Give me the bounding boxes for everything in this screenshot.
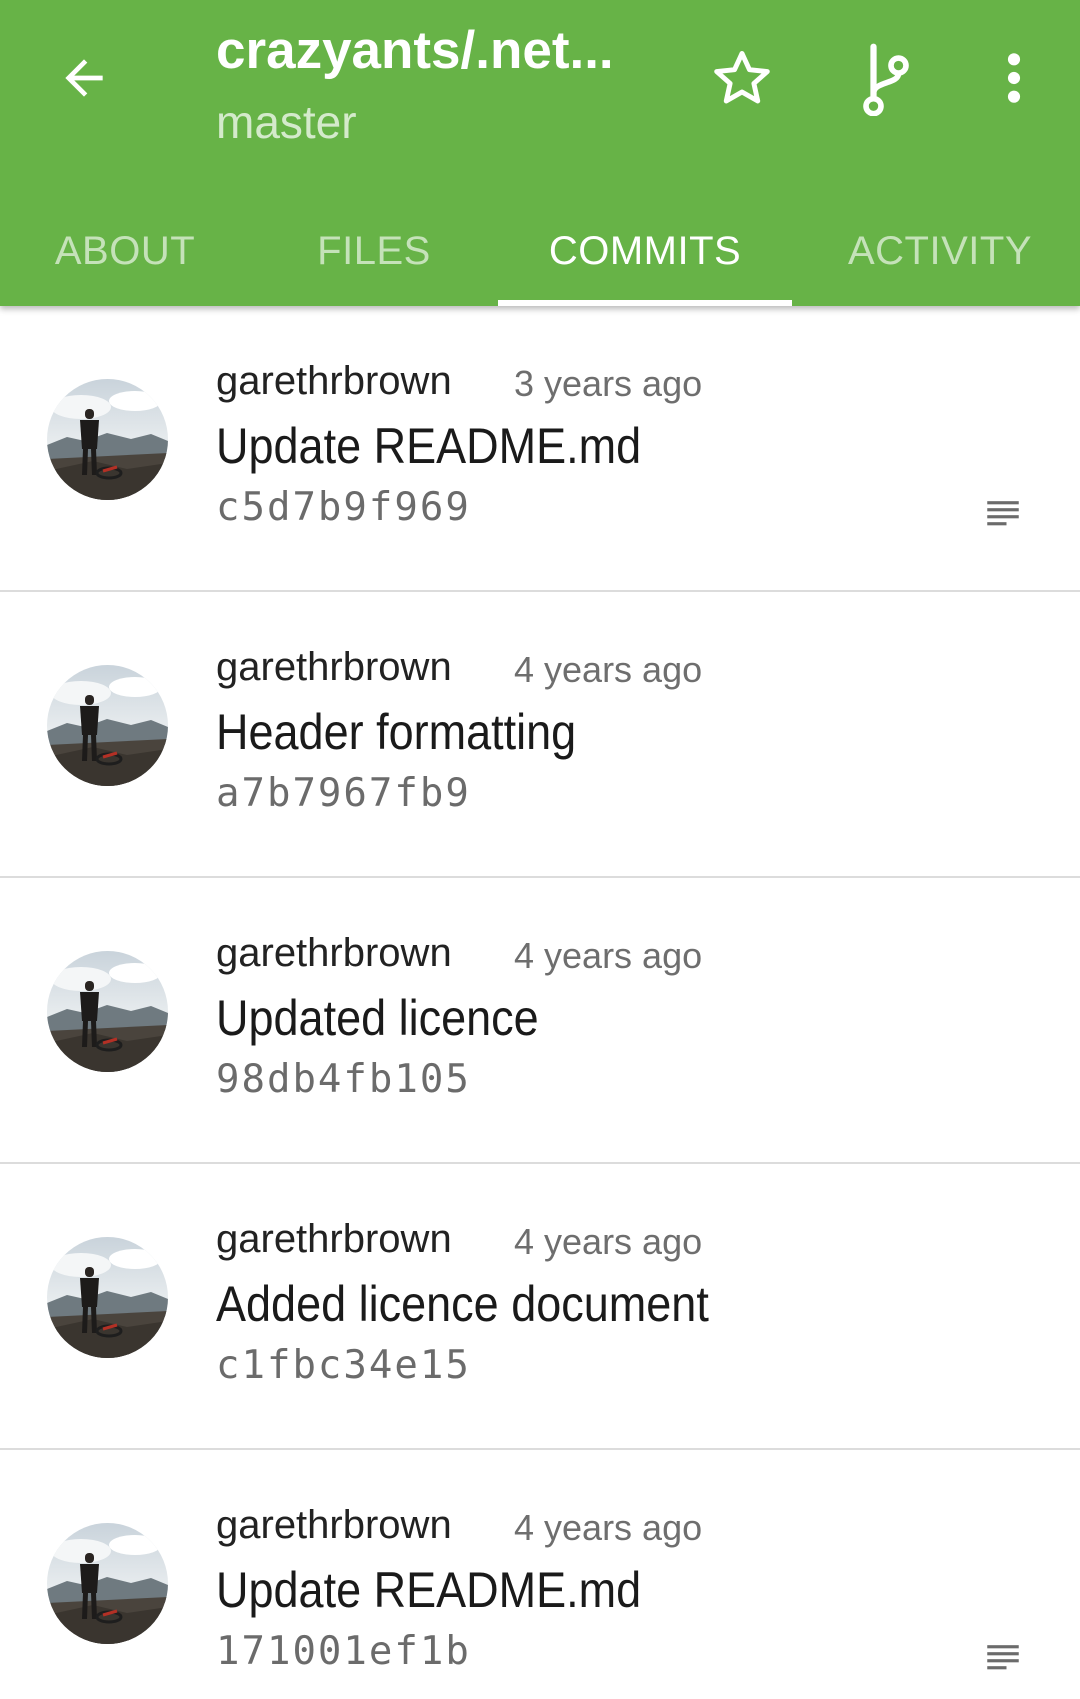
commit-sha: c1fbc34e15 [216,1343,471,1388]
author-avatar[interactable] [47,1523,168,1644]
commit-time: 4 years ago [514,649,703,690]
commit-sha: 98db4fb105 [216,1057,471,1102]
arrow-left-icon [65,59,103,97]
commit-row[interactable]: garethrbrown 4 years ago Update README.m… [0,1450,1080,1699]
back-button[interactable] [44,38,124,118]
commit-row[interactable]: garethrbrown 4 years ago Updated licence… [0,878,1080,1164]
branch-name: master [216,96,357,148]
avatar-photo [47,379,168,500]
commit-row[interactable]: garethrbrown 3 years ago Update README.m… [0,306,1080,592]
commit-message: Updated licence [216,990,539,1046]
commit-message: Added licence document [216,1276,709,1332]
avatar-photo [47,951,168,1072]
branch-button[interactable] [846,38,926,118]
commit-sha: a7b7967fb9 [216,771,471,816]
commit-author: garethrbrown [216,1217,452,1261]
star-button[interactable] [702,38,782,118]
more-vertical-icon [1007,53,1021,103]
author-avatar[interactable] [47,379,168,500]
commit-author: garethrbrown [216,931,452,975]
tab-commits[interactable]: COMMITS [498,196,792,306]
commit-author: garethrbrown [216,359,452,403]
more-options-button[interactable] [974,38,1054,118]
commit-author: garethrbrown [216,645,452,689]
commit-time: 3 years ago [514,363,703,404]
commit-sha: c5d7b9f969 [216,485,471,530]
commit-row[interactable]: garethrbrown 4 years ago Header formatti… [0,592,1080,878]
tab-bar: ABOUT FILES COMMITS ACTIVITY [0,196,1080,306]
repo-title: crazyants/.net... [216,21,614,80]
commit-author: garethrbrown [216,1503,452,1547]
app-screen: crazyants/.net... master ABOUT FILES COM… [0,0,1080,1699]
author-avatar[interactable] [47,665,168,786]
commit-message: Update README.md [216,1562,642,1618]
author-avatar[interactable] [47,951,168,1072]
tab-activity[interactable]: ACTIVITY [820,196,1060,306]
avatar-photo [47,665,168,786]
commit-row[interactable]: garethrbrown 4 years ago Added licence d… [0,1164,1080,1450]
commit-time: 4 years ago [514,1221,703,1262]
description-icon [987,501,1019,526]
active-tab-indicator [498,300,792,306]
commit-sha: 171001ef1b [216,1629,471,1674]
app-toolbar: crazyants/.net... master ABOUT FILES COM… [0,0,1080,306]
source-branch-icon [863,43,909,116]
commit-time: 4 years ago [514,1507,703,1548]
avatar-photo [47,1523,168,1644]
commit-message: Header formatting [216,704,577,760]
description-icon [987,1645,1019,1670]
author-avatar[interactable] [47,1237,168,1358]
commit-list: garethrbrown 3 years ago Update README.m… [0,306,1080,1699]
avatar-photo [47,1237,168,1358]
tab-files[interactable]: FILES [268,196,480,306]
commit-time: 4 years ago [514,935,703,976]
tab-about[interactable]: ABOUT [20,196,230,306]
commit-message: Update README.md [216,418,642,474]
star-outline-icon [714,51,770,104]
